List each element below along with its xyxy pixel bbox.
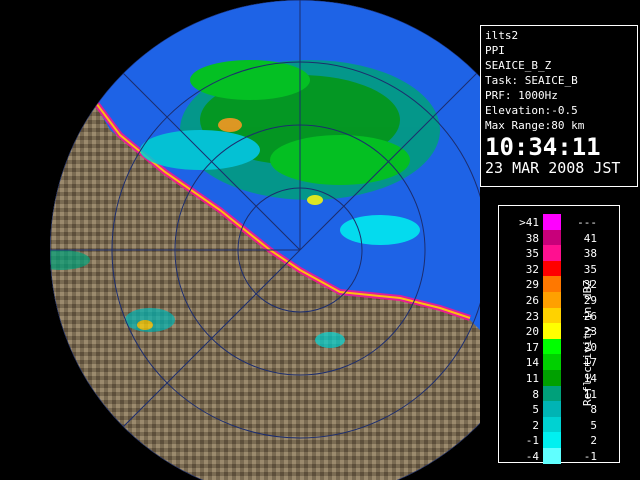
legend-row: 38 41 xyxy=(499,229,597,247)
scan-mode: PPI xyxy=(485,44,505,57)
scan-info-panel: ilts2 PPI SEAICE_B_Z Task: SEAICE_B PRF:… xyxy=(480,25,638,187)
legend-row: 20 23 xyxy=(499,323,597,340)
legend-color-swatch xyxy=(543,307,561,324)
legend-color-swatch xyxy=(543,432,561,448)
legend-high-value: -1 xyxy=(583,450,597,463)
legend-high-value: 35 xyxy=(583,262,597,276)
legend-color-swatch xyxy=(543,416,561,433)
site-name: ilts2 xyxy=(485,29,519,42)
legend-row: 11 14 xyxy=(499,370,597,387)
legend-high-value: 2 xyxy=(590,434,597,448)
legend-low-value: 20 xyxy=(525,325,539,339)
legend-low-value: 11 xyxy=(525,372,539,385)
legend-row: 58 xyxy=(499,401,597,418)
legend-color-swatch xyxy=(543,276,561,292)
legend-row: 25 xyxy=(499,416,597,434)
legend-high-value: 38 xyxy=(583,247,597,261)
legend-row: 35 38 xyxy=(499,245,597,262)
legend-unit-label: Reflectivity in dBZ xyxy=(581,280,594,406)
legend-color-swatch xyxy=(543,245,561,261)
legend-row: -1 2 xyxy=(499,432,597,449)
legend-low-value: 14 xyxy=(525,356,539,370)
legend-low-value: 29 xyxy=(525,278,539,292)
legend-row: -4 -1 xyxy=(499,448,597,465)
max-range-value: Max Range:80 km xyxy=(485,119,585,132)
legend-row: >41 --- xyxy=(499,214,597,231)
legend-color-swatch xyxy=(543,260,561,277)
elevation-value: Elevation:-0.5 xyxy=(485,104,578,117)
scan-time: 10:34:11 xyxy=(485,133,601,161)
legend-row: 32 35 xyxy=(499,260,597,278)
legend-color-swatch xyxy=(543,354,561,370)
legend-color-swatch xyxy=(543,338,561,355)
legend-low-value: 8 xyxy=(532,387,539,401)
legend-low-value: -1 xyxy=(525,434,539,448)
legend-high-value: --- xyxy=(577,216,597,229)
legend-color-swatch xyxy=(543,229,561,246)
legend-row: 17 20 xyxy=(499,338,597,356)
reflectivity-legend: >41 --- 38 41 35 38 32 35 29 32 26 29 23 26 20 23 17 20 14… xyxy=(498,205,620,465)
legend-high-value: 41 xyxy=(583,231,597,245)
legend-color-swatch xyxy=(543,448,561,464)
legend-low-value: 35 xyxy=(525,247,539,261)
radar-ppi-map xyxy=(0,0,480,480)
legend-row: 23 26 xyxy=(499,307,597,325)
legend-high-value: 5 xyxy=(590,418,597,432)
legend-color-swatch xyxy=(543,214,561,230)
legend-low-value: 26 xyxy=(525,294,539,307)
legend-row: 14 17 xyxy=(499,354,597,371)
legend-low-value: 38 xyxy=(525,231,539,245)
legend-low-value: 17 xyxy=(525,340,539,354)
legend-low-value: 32 xyxy=(525,262,539,276)
legend-row: 8 11 xyxy=(499,385,597,403)
legend-low-value: >41 xyxy=(519,216,539,229)
legend-color-swatch xyxy=(543,385,561,402)
legend-low-value: 5 xyxy=(532,403,539,417)
legend-low-value: 23 xyxy=(525,309,539,323)
product-name: SEAICE_B_Z xyxy=(485,59,552,72)
legend-low-value: -4 xyxy=(525,450,539,463)
legend-row: 26 29 xyxy=(499,292,597,309)
prf-value: PRF: 1000Hz xyxy=(485,89,558,102)
legend-color-swatch xyxy=(543,292,561,308)
scan-date: 23 MAR 2008 JST xyxy=(485,159,621,177)
task-name: Task: SEAICE_B xyxy=(485,74,578,87)
legend-row: 29 32 xyxy=(499,276,597,293)
legend-low-value: 2 xyxy=(532,418,539,432)
legend-color-swatch xyxy=(543,401,561,417)
legend-color-swatch xyxy=(543,323,561,339)
legend-color-swatch xyxy=(543,370,561,386)
